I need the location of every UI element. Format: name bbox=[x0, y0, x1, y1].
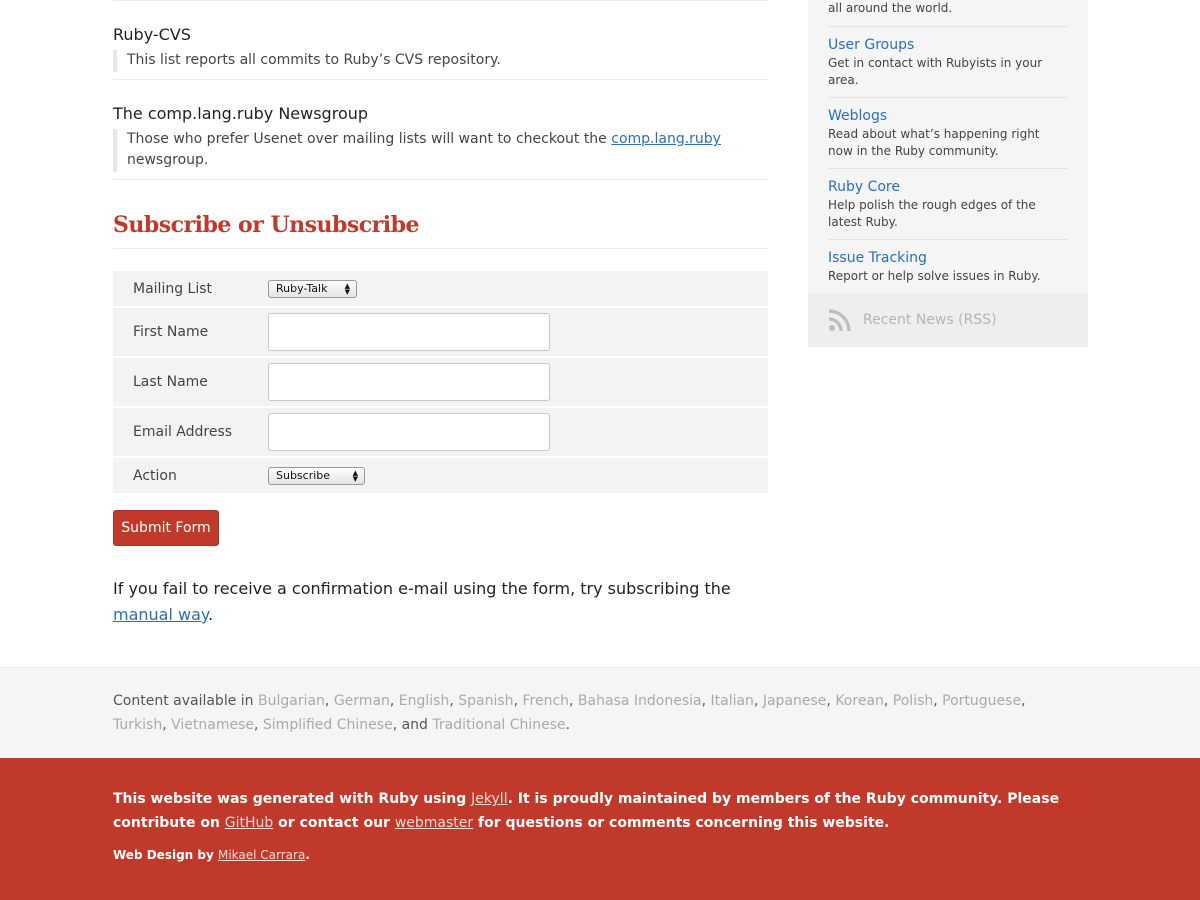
field-label: Action bbox=[133, 467, 177, 484]
last-name-input[interactable] bbox=[268, 363, 550, 401]
language-link[interactable]: Turkish bbox=[113, 717, 162, 733]
language-link[interactable]: Korean bbox=[835, 693, 884, 709]
jekyll-link[interactable]: Jekyll bbox=[471, 791, 507, 807]
sidebar-item-desc: Read about what’s happening right now in… bbox=[828, 127, 1040, 158]
language-link[interactable]: Bulgarian bbox=[258, 693, 325, 709]
form-row-last-name: Last Name bbox=[113, 358, 768, 406]
sidebar-item-desc: Help polish the rough edges of the lates… bbox=[828, 198, 1036, 229]
site-footer: This website was generated with Ruby usi… bbox=[0, 758, 1200, 900]
github-link[interactable]: GitHub bbox=[225, 815, 274, 831]
select-value: Subscribe bbox=[276, 469, 331, 482]
sidebar-item-title[interactable]: User Groups bbox=[828, 36, 1068, 55]
language-suffix: . bbox=[565, 717, 571, 733]
language-link[interactable]: Japanese bbox=[763, 693, 827, 709]
language-separator: , bbox=[753, 693, 763, 709]
sidebar-item-weblogs[interactable]: Weblogs Read about what’s happening righ… bbox=[828, 98, 1068, 169]
design-credit: Web Design by Mikael Carrara. bbox=[113, 848, 310, 862]
newsgroup-text-end: newsgroup. bbox=[127, 152, 209, 168]
language-link[interactable]: German bbox=[334, 693, 390, 709]
recent-news-rss-link[interactable]: Recent News (RSS) bbox=[808, 293, 1088, 347]
designer-link[interactable]: Mikael Carrara bbox=[218, 848, 305, 862]
newsgroup-text: Those who prefer Usenet over mailing lis… bbox=[127, 131, 612, 147]
language-link[interactable]: English bbox=[399, 693, 450, 709]
select-arrows-icon: ▲ ▼ bbox=[352, 468, 358, 483]
first-name-input[interactable] bbox=[268, 313, 550, 351]
subscribe-form: Mailing List Ruby-Talk ▲ ▼ First Name Las… bbox=[113, 271, 768, 495]
sidebar-item-issue-tracking[interactable]: Issue Tracking Report or help solve issu… bbox=[828, 240, 1068, 293]
field-label: Mailing List bbox=[133, 280, 213, 297]
submit-form-button[interactable]: Submit Form bbox=[113, 510, 219, 546]
language-link[interactable]: Simplified Chinese bbox=[263, 717, 393, 733]
language-separator: , bbox=[569, 693, 578, 709]
main-content: Ruby-CVS This list reports all commits t… bbox=[113, 0, 768, 624]
mailing-list-title-newsgroup: The comp.lang.ruby Newsgroup bbox=[113, 104, 369, 123]
mailing-list-description-newsgroup: Those who prefer Usenet over mailing lis… bbox=[113, 129, 768, 172]
sidebar-item-title[interactable]: Issue Tracking bbox=[828, 249, 1068, 268]
divider bbox=[113, 248, 768, 249]
confirmation-text: If you fail to receive a confirmation e-… bbox=[113, 579, 731, 598]
mailing-list-select[interactable]: Ruby-Talk ▲ ▼ bbox=[268, 279, 357, 298]
sidebar-item-title[interactable]: Weblogs bbox=[828, 107, 1068, 126]
footer-text-3: or contact our bbox=[273, 815, 395, 831]
divider bbox=[113, 179, 768, 180]
credit-prefix: Web Design by bbox=[113, 848, 218, 862]
form-row-mailing-list: Mailing List Ruby-Talk ▲ ▼ bbox=[113, 271, 768, 306]
field-label: First Name bbox=[133, 324, 209, 340]
comp-lang-ruby-link[interactable]: comp.lang.ruby bbox=[611, 131, 721, 147]
language-separator: , bbox=[883, 693, 893, 709]
credit-suffix: . bbox=[305, 848, 310, 862]
sidebar-item-desc: Report or help solve issues in Ruby. bbox=[828, 269, 1041, 283]
language-list: Content available in Bulgarian, German, … bbox=[113, 689, 1073, 737]
language-separator: , bbox=[933, 693, 943, 709]
language-link[interactable]: French bbox=[522, 693, 569, 709]
footer-text-4: for questions or comments concerning thi… bbox=[473, 815, 890, 831]
language-prefix: Content available in bbox=[113, 693, 258, 709]
confirmation-end: . bbox=[208, 605, 214, 624]
rss-icon bbox=[828, 309, 851, 332]
form-row-action: Action Subscribe ▲ ▼ bbox=[113, 458, 768, 493]
language-separator: , bbox=[389, 693, 399, 709]
mailing-list-title-ruby-cvs: Ruby-CVS bbox=[113, 25, 191, 44]
language-separator: , bbox=[162, 717, 172, 733]
sidebar-item-fragment: all around the world. bbox=[828, 0, 1068, 27]
rss-label[interactable]: Recent News (RSS) bbox=[863, 312, 997, 328]
sidebar-item-desc: Get in contact with Rubyists in your are… bbox=[828, 56, 1043, 87]
language-separator: , bbox=[449, 693, 459, 709]
sidebar-item-title[interactable]: Ruby Core bbox=[828, 178, 1068, 197]
webmaster-link[interactable]: webmaster bbox=[395, 815, 473, 831]
action-select[interactable]: Subscribe ▲ ▼ bbox=[268, 466, 365, 485]
language-separator: , bbox=[826, 693, 836, 709]
language-link[interactable]: Spanish bbox=[458, 693, 513, 709]
section-heading-subscribe: Subscribe or Unsubscribe bbox=[113, 212, 420, 238]
confirmation-note: If you fail to receive a confirmation e-… bbox=[113, 576, 768, 628]
language-separator: , bbox=[254, 717, 263, 733]
language-separator: , bbox=[324, 693, 334, 709]
language-link[interactable]: Traditional Chinese bbox=[432, 717, 565, 733]
language-separator: , bbox=[701, 693, 711, 709]
sidebar: all around the world. User Groups Get in… bbox=[808, 0, 1088, 347]
language-separator: , bbox=[1021, 693, 1026, 709]
manual-way-link[interactable]: manual way bbox=[113, 605, 208, 624]
footer-text-1: This website was generated with Ruby usi… bbox=[113, 791, 472, 807]
sidebar-item-user-groups[interactable]: User Groups Get in contact with Rubyists… bbox=[828, 27, 1068, 98]
field-label: Last Name bbox=[133, 374, 208, 390]
language-link[interactable]: Polish bbox=[893, 693, 933, 709]
divider bbox=[113, 0, 768, 1]
sidebar-item-ruby-core[interactable]: Ruby Core Help polish the rough edges of… bbox=[828, 169, 1068, 240]
language-bar: Content available in Bulgarian, German, … bbox=[0, 667, 1200, 758]
form-row-first-name: First Name bbox=[113, 308, 768, 356]
divider bbox=[113, 79, 768, 80]
language-link[interactable]: Bahasa Indonesia bbox=[578, 693, 702, 709]
field-label: Email Address bbox=[133, 424, 233, 440]
footer-text: This website was generated with Ruby usi… bbox=[113, 787, 1093, 835]
email-address-input[interactable] bbox=[268, 413, 550, 451]
select-value: Ruby-Talk bbox=[276, 282, 328, 295]
form-row-email: Email Address bbox=[113, 408, 768, 456]
mailing-list-description-ruby-cvs: This list reports all commits to Ruby’s … bbox=[113, 50, 768, 72]
select-arrows-icon: ▲ ▼ bbox=[344, 281, 350, 296]
language-conjunction: , and bbox=[392, 717, 433, 733]
language-link[interactable]: Italian bbox=[711, 693, 754, 709]
language-link[interactable]: Portuguese bbox=[942, 693, 1021, 709]
language-link[interactable]: Vietnamese bbox=[171, 717, 254, 733]
